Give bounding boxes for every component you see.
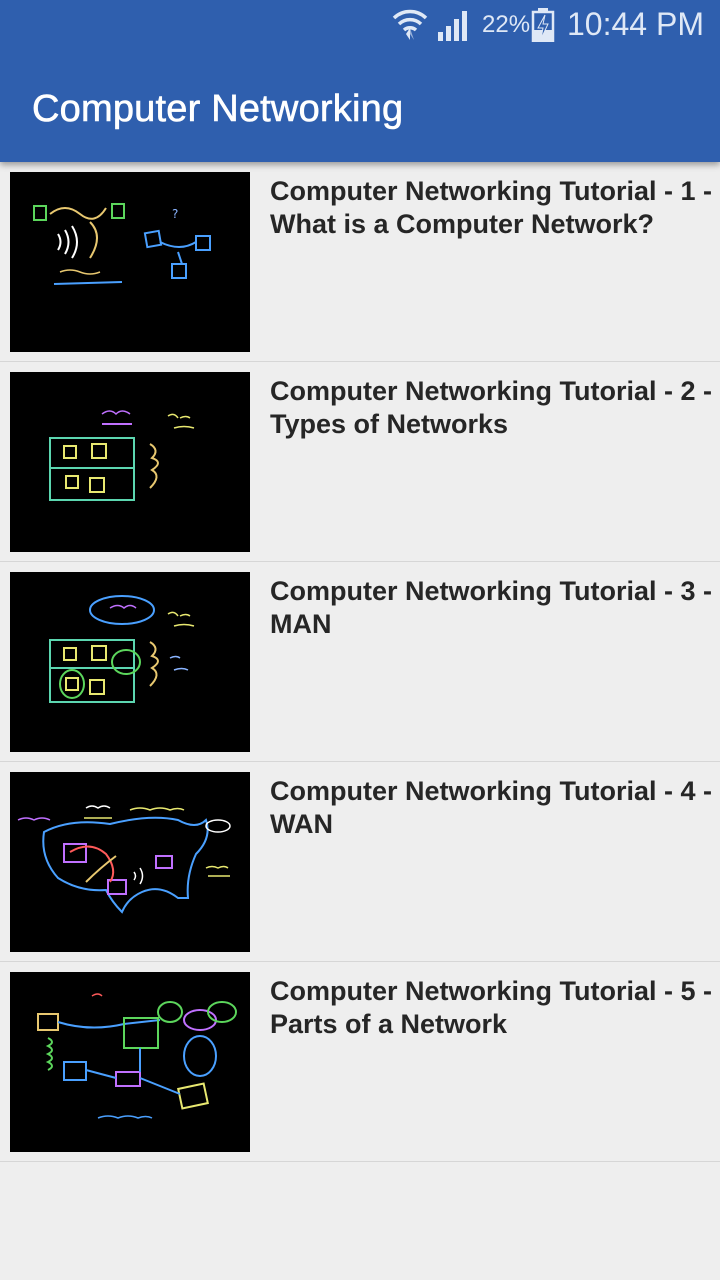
video-title[interactable]: Computer Networking Tutorial - 3 - MAN [270, 575, 715, 641]
status-bar: 22% 10:44 PM [0, 0, 720, 50]
list-item[interactable]: ? Computer Networking Tutorial - 1 - Wha… [0, 162, 720, 362]
list-item[interactable]: Computer Networking Tutorial - 2 - Types… [0, 362, 720, 562]
status-time: 10:44 PM [567, 6, 704, 42]
battery-percent: 22% [482, 11, 531, 38]
app-title: Computer Networking [32, 88, 404, 131]
video-thumbnail[interactable] [10, 572, 250, 752]
list-item[interactable]: Computer Networking Tutorial - 5 - Parts… [0, 962, 720, 1162]
battery-charging-icon [531, 8, 555, 42]
list-item[interactable]: Computer Networking Tutorial - 3 - MAN [0, 562, 720, 762]
app-bar: 22% 10:44 PM Computer Networking [0, 0, 720, 162]
video-title[interactable]: Computer Networking Tutorial - 1 - What … [270, 175, 715, 241]
video-thumbnail[interactable] [10, 372, 250, 552]
video-title[interactable]: Computer Networking Tutorial - 5 - Parts… [270, 975, 715, 1041]
video-title[interactable]: Computer Networking Tutorial - 4 - WAN [270, 775, 715, 841]
wifi-icon [392, 9, 428, 40]
video-thumbnail[interactable] [10, 972, 250, 1152]
video-list: ? Computer Networking Tutorial - 1 - Wha… [0, 162, 720, 1162]
signal-icon [438, 11, 467, 41]
video-thumbnail[interactable]: ? [10, 172, 250, 352]
list-item[interactable]: Computer Networking Tutorial - 4 - WAN [0, 762, 720, 962]
video-thumbnail[interactable] [10, 772, 250, 952]
svg-text:?: ? [172, 207, 178, 221]
video-title[interactable]: Computer Networking Tutorial - 2 - Types… [270, 375, 715, 441]
